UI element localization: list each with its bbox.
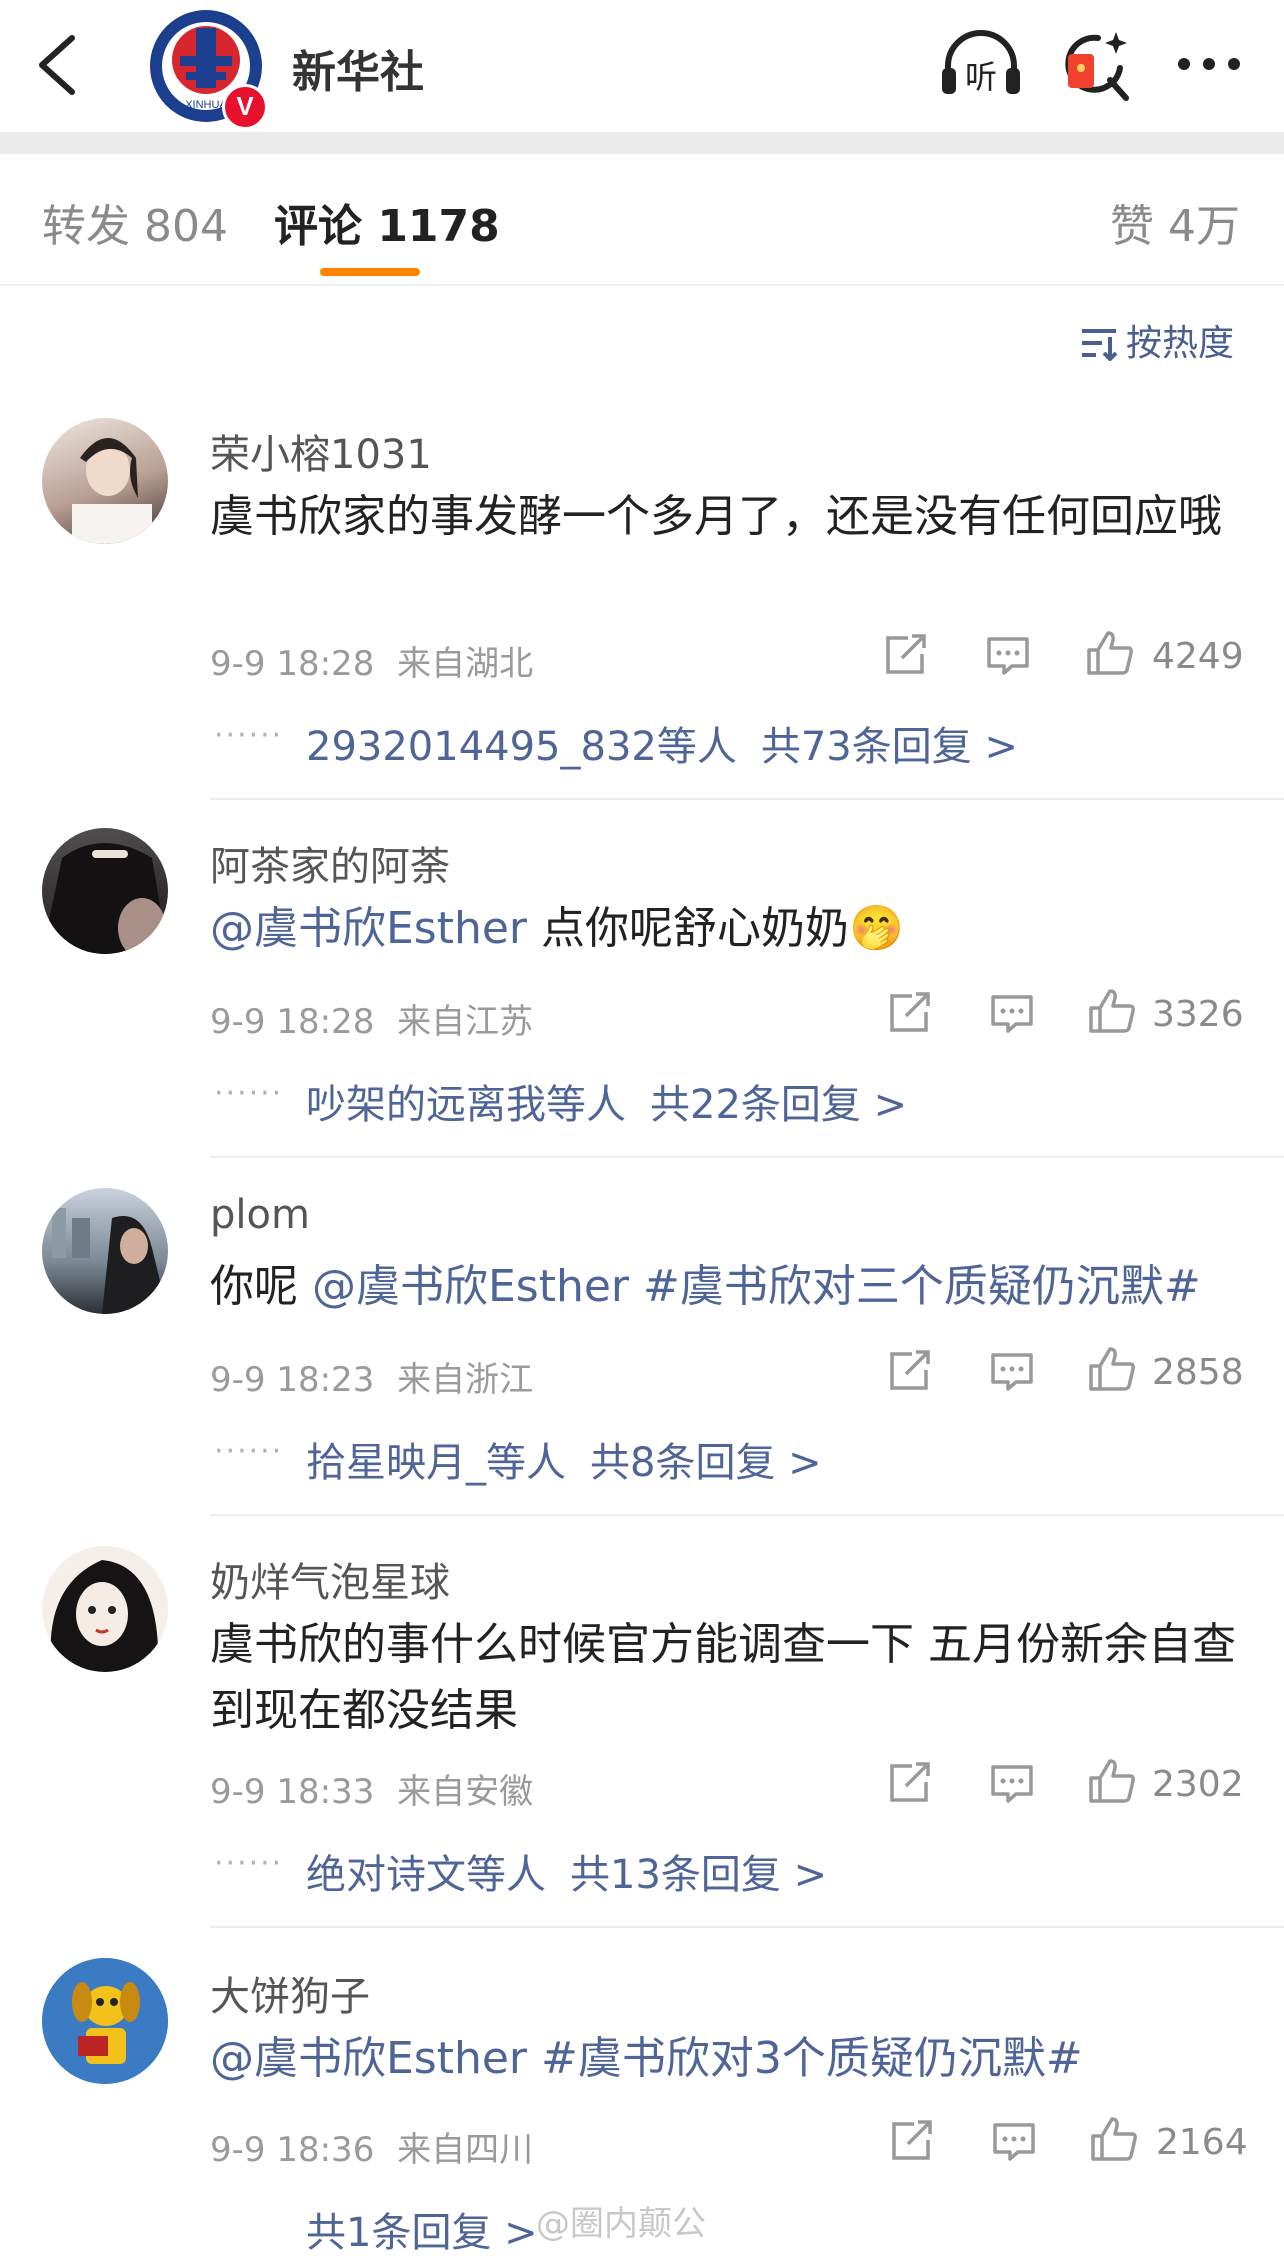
like-icon[interactable] xyxy=(1090,2116,1138,2166)
share-icon[interactable] xyxy=(890,2120,934,2166)
watermark: @圈内颠公 xyxy=(536,2204,706,2244)
comment-text: @虞书欣Esther 点你呢舒心奶奶🤭 xyxy=(210,896,1240,962)
reply-count: 共1条回复 > xyxy=(306,2210,538,2256)
user-avatar[interactable] xyxy=(42,418,168,544)
reply-count: 共8条回复 > xyxy=(590,1440,822,1486)
tabs-divider xyxy=(0,284,1284,286)
shy-emoji: 🤭 xyxy=(849,903,904,954)
listen-label: 听 xyxy=(965,58,997,96)
user-avatar[interactable] xyxy=(42,1546,168,1672)
comment-icon[interactable] xyxy=(986,636,1030,680)
comment-text: 虞书欣的事什么时候官方能调查一下 五月份新余自查到现在都没结果 xyxy=(210,1619,1236,1736)
replies-link[interactable]: 拾星映月_等人 共8条回复 > xyxy=(306,1430,822,1488)
account-name[interactable]: 新华社 xyxy=(292,36,424,100)
like-count: 3326 xyxy=(1152,994,1244,1035)
comment-username[interactable]: 大饼狗子 xyxy=(210,1964,370,2022)
comment-location: 来自安徽 xyxy=(397,1772,534,1812)
replies-ellipsis: ······ xyxy=(214,1434,284,1469)
comment-icon[interactable] xyxy=(992,2122,1036,2166)
replies-ellipsis: ······ xyxy=(214,1076,284,1111)
comment-divider xyxy=(210,1514,1284,1516)
reply-users: 拾星映月_等人 xyxy=(306,1440,566,1486)
mention-link[interactable]: @虞书欣Esther xyxy=(210,903,527,954)
replies-link[interactable]: 共1条回复 > xyxy=(306,2200,538,2258)
sort-icon xyxy=(1082,329,1118,362)
like-icon[interactable] xyxy=(1088,1758,1136,1808)
comment-meta: 9-9 18:23 来自浙江 xyxy=(210,1352,533,1401)
reply-count: 共73条回复 > xyxy=(760,724,1018,770)
comment-icon[interactable] xyxy=(990,994,1034,1038)
share-icon[interactable] xyxy=(888,992,932,1038)
reply-users: 绝对诗文等人 xyxy=(306,1852,546,1898)
reply-users: 2932014495_832等人 xyxy=(306,724,737,770)
comment-location: 来自湖北 xyxy=(397,644,534,684)
user-avatar[interactable] xyxy=(42,828,168,954)
comment-icon[interactable] xyxy=(990,1764,1034,1808)
verified-badge: V xyxy=(222,84,268,130)
share-icon[interactable] xyxy=(888,1762,932,1808)
comment-divider xyxy=(210,1926,1284,1928)
like-count: 2164 xyxy=(1156,2122,1248,2163)
hashtag-link[interactable]: #虞书欣对3个质疑仍沉默# xyxy=(541,2033,1083,2084)
comment-text: 虞书欣家的事发酵一个多月了，还是没有任何回应哦 xyxy=(210,491,1222,542)
user-avatar[interactable] xyxy=(42,1958,168,2084)
comment-time: 9-9 18:23 xyxy=(210,1360,375,1400)
comment-username[interactable]: 奶烊气泡星球 xyxy=(210,1550,450,1608)
like-count: 2302 xyxy=(1152,1764,1244,1805)
like-icon[interactable] xyxy=(1088,988,1136,1038)
like-icon[interactable] xyxy=(1086,630,1134,680)
comment-text: @虞书欣Esther #虞书欣对3个质疑仍沉默# xyxy=(210,2026,1240,2092)
comment-divider xyxy=(210,798,1284,800)
listen-icon[interactable]: 听 xyxy=(938,28,1024,102)
comment-time: 9-9 18:36 xyxy=(210,2130,375,2170)
comment-username[interactable]: plom xyxy=(210,1192,310,1238)
back-icon[interactable] xyxy=(30,30,90,100)
comment-time: 9-9 18:28 xyxy=(210,644,375,684)
comment-icon[interactable] xyxy=(990,1352,1034,1396)
comment-username[interactable]: 阿茶家的阿荼 xyxy=(210,834,450,892)
comment-meta: 9-9 18:33 来自安徽 xyxy=(210,1764,533,1813)
active-tab-indicator xyxy=(320,268,420,276)
share-icon[interactable] xyxy=(888,1350,932,1396)
mention-link[interactable]: @虞书欣Esther xyxy=(312,1261,629,1312)
reply-count: 共13条回复 > xyxy=(570,1852,828,1898)
header-separator xyxy=(0,132,1284,154)
top-bar: XINHUA V 新华社 听 xyxy=(0,0,1284,132)
comment-location: 来自四川 xyxy=(397,2130,534,2170)
red-packet-search-icon[interactable] xyxy=(1062,28,1132,104)
comment-text: 你呢 @虞书欣Esther #虞书欣对三个质疑仍沉默# xyxy=(210,1254,1240,1320)
comment-body: 你呢 xyxy=(210,1261,312,1312)
replies-ellipsis: ······ xyxy=(214,1846,284,1881)
more-icon[interactable] xyxy=(1176,54,1242,74)
replies-ellipsis: ······ xyxy=(214,718,284,753)
mention-link[interactable]: @虞书欣Esther xyxy=(210,2033,527,2084)
share-icon[interactable] xyxy=(884,634,928,680)
comment-time: 9-9 18:33 xyxy=(210,1772,375,1812)
like-count: 4249 xyxy=(1152,636,1244,677)
comment-location: 来自浙江 xyxy=(397,1360,534,1400)
like-icon[interactable] xyxy=(1088,1346,1136,1396)
reply-users: 吵架的远离我等人 xyxy=(306,1082,626,1128)
user-avatar[interactable] xyxy=(42,1188,168,1314)
hashtag-link[interactable]: #虞书欣对三个质疑仍沉默# xyxy=(643,1261,1201,1312)
replies-link[interactable]: 2932014495_832等人 共73条回复 > xyxy=(306,714,1018,772)
tab-likes[interactable]: 赞 4万 xyxy=(1110,190,1240,254)
tab-comments[interactable]: 评论 1178 xyxy=(274,190,500,254)
sort-by-popularity[interactable]: 按热度 xyxy=(1080,314,1234,366)
replies-link[interactable]: 绝对诗文等人 共13条回复 > xyxy=(306,1842,827,1900)
comment-meta: 9-9 18:28 来自湖北 xyxy=(210,636,533,685)
like-count: 2858 xyxy=(1152,1352,1244,1393)
comment-username[interactable]: 荣小榕1031 xyxy=(210,422,432,480)
comment-body: 点你呢舒心奶奶 xyxy=(527,903,850,954)
sort-label: 按热度 xyxy=(1126,323,1235,364)
reply-count: 共22条回复 > xyxy=(650,1082,908,1128)
comment-divider xyxy=(210,1156,1284,1158)
comment-meta: 9-9 18:28 来自江苏 xyxy=(210,994,533,1043)
comment-meta: 9-9 18:36 来自四川 xyxy=(210,2122,533,2171)
tab-reposts[interactable]: 转发 804 xyxy=(42,190,228,254)
comment-time: 9-9 18:28 xyxy=(210,1002,375,1042)
comment-location: 来自江苏 xyxy=(397,1002,534,1042)
replies-link[interactable]: 吵架的远离我等人 共22条回复 > xyxy=(306,1072,907,1130)
